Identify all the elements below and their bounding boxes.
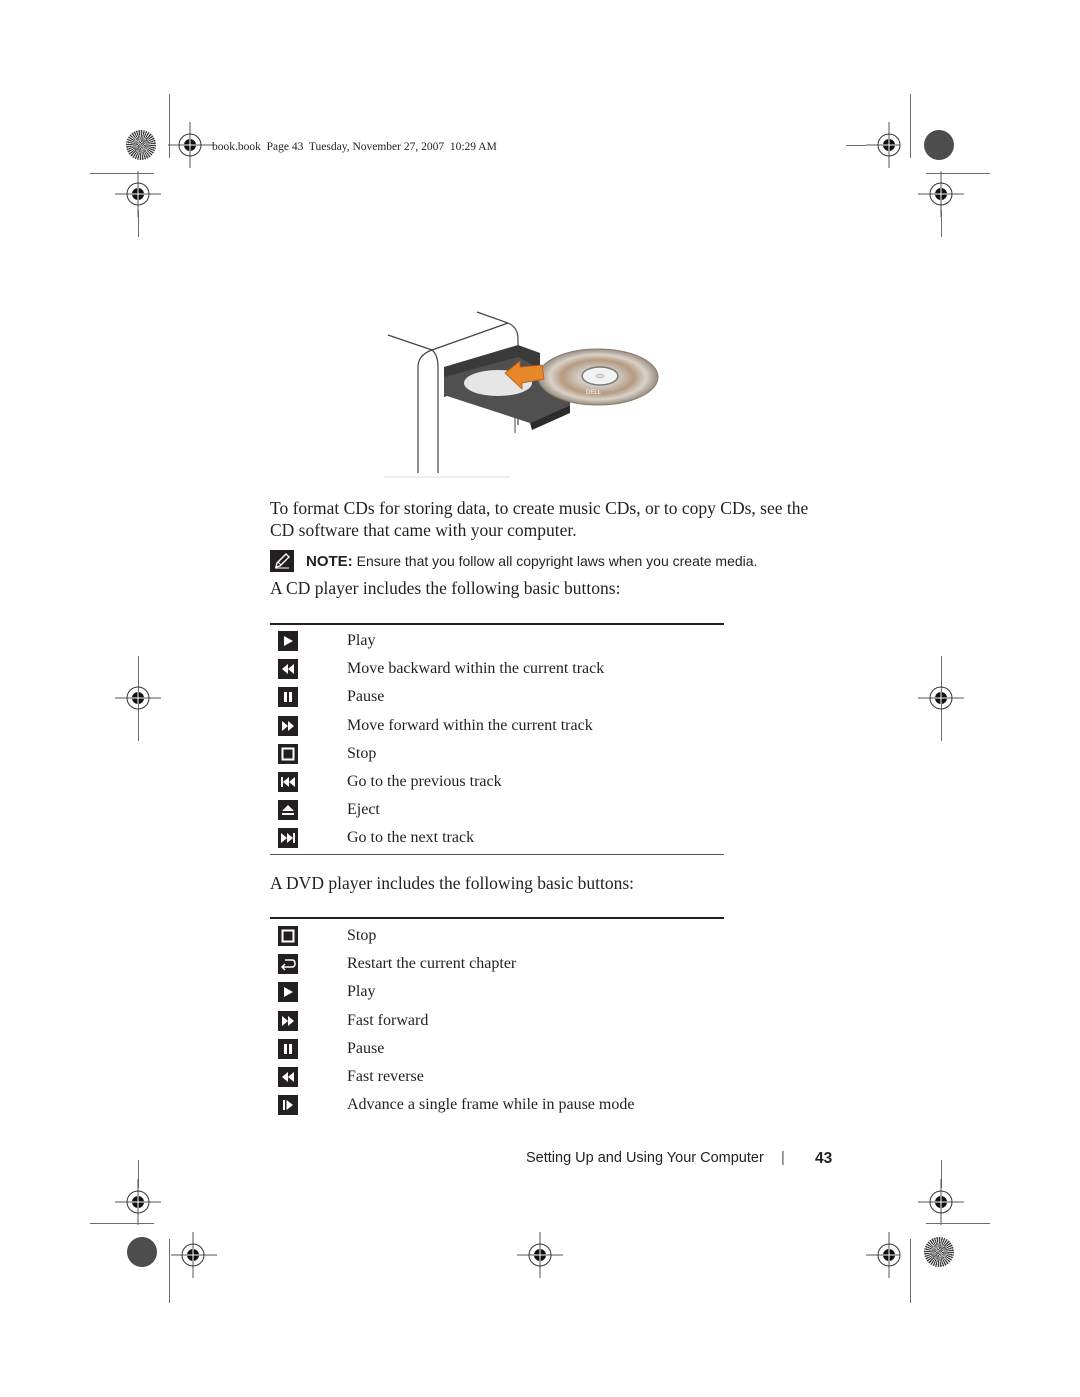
dvd-buttons-table: Stop Restart the current chapter Play Fa… — [278, 922, 728, 1119]
page-number: 43 — [815, 1150, 833, 1167]
crop-mark — [169, 1239, 170, 1303]
pencil-note-icon — [270, 550, 294, 572]
eject-icon — [278, 800, 298, 821]
registration-mark-icon — [918, 686, 964, 710]
table-row: Pause — [278, 683, 728, 711]
table-row: Move backward within the current track — [278, 655, 728, 683]
cd-buttons-table: Play Move backward within the current tr… — [278, 627, 728, 853]
button-description: Restart the current chapter — [347, 955, 517, 973]
button-description: Play — [347, 632, 376, 650]
button-description: Move backward within the current track — [347, 660, 605, 678]
table-row: Go to the next track — [278, 824, 728, 852]
button-description: Fast reverse — [347, 1068, 424, 1086]
color-registration-starburst-top-left — [126, 130, 156, 160]
frame-advance-icon — [278, 1095, 298, 1116]
registration-mark-icon — [168, 122, 214, 168]
table-row: Eject — [278, 796, 728, 824]
note-callout: NOTE: Ensure that you follow all copyrig… — [270, 550, 757, 572]
dvd-player-intro: A DVD player includes the following basi… — [270, 873, 635, 893]
rewind-icon — [278, 659, 298, 680]
registration-mark-icon — [115, 1179, 161, 1225]
note-text: Ensure that you follow all copyright law… — [356, 553, 758, 569]
disc-brand-label: DELL — [586, 390, 602, 396]
pause-icon — [278, 687, 298, 708]
button-description: Fast forward — [347, 1011, 429, 1029]
crop-mark — [846, 145, 866, 146]
intro-paragraph-line-2: CD software that came with your computer… — [270, 520, 577, 540]
cd-tray-illustration: DELL — [384, 311, 659, 478]
button-description: Advance a single frame while in pause mo… — [347, 1096, 635, 1114]
registration-mark-icon — [918, 1179, 964, 1225]
button-description: Go to the previous track — [347, 773, 502, 791]
button-description: Stop — [347, 744, 377, 762]
button-description: Eject — [347, 801, 380, 819]
table-row: Play — [278, 978, 728, 1006]
print-header-slug: book.book Page 43 Tuesday, November 27, … — [212, 141, 497, 153]
fast-forward-icon — [278, 1010, 298, 1031]
table-row: Fast forward — [278, 1007, 728, 1035]
crop-mark — [910, 1239, 911, 1303]
previous-track-icon — [278, 772, 298, 793]
restart-chapter-icon — [278, 954, 298, 975]
play-icon — [278, 982, 298, 1003]
button-description: Play — [347, 983, 376, 1001]
registration-mark-icon — [866, 1232, 901, 1278]
registration-mark-icon — [115, 686, 161, 710]
color-registration-dot-top-right — [924, 130, 954, 160]
table-row: Move forward within the current track — [278, 712, 728, 740]
registration-mark-icon — [866, 122, 901, 168]
table-row: Advance a single frame while in pause mo… — [278, 1091, 728, 1119]
table-top-rule — [270, 917, 724, 919]
button-description: Go to the next track — [347, 829, 475, 847]
play-icon — [278, 631, 298, 652]
footer-section-title: Setting Up and Using Your Computer — [526, 1150, 764, 1166]
intro-paragraph-line-1: To format CDs for storing data, to creat… — [270, 498, 809, 518]
button-description: Stop — [347, 927, 377, 945]
table-row: Play — [278, 627, 728, 655]
registration-mark-icon — [517, 1232, 563, 1278]
note-label: NOTE: — [306, 552, 353, 570]
button-description: Move forward within the current track — [347, 716, 593, 734]
color-registration-starburst-bottom-right — [924, 1237, 954, 1267]
table-row: Stop — [278, 740, 728, 768]
button-description: Pause — [347, 688, 385, 706]
table-top-rule — [270, 623, 724, 625]
crop-mark — [941, 210, 942, 237]
next-track-icon — [278, 828, 298, 849]
crop-mark — [90, 1223, 154, 1224]
pause-icon — [278, 1038, 298, 1059]
crop-mark — [910, 94, 911, 158]
registration-mark-icon — [171, 1232, 217, 1278]
footer-separator: | — [781, 1150, 785, 1166]
table-row: Go to the previous track — [278, 768, 728, 796]
fast-forward-icon — [278, 715, 298, 736]
stop-icon — [278, 926, 298, 947]
button-description: Pause — [347, 1039, 385, 1057]
cd-player-intro: A CD player includes the following basic… — [270, 578, 621, 598]
rewind-icon — [278, 1067, 298, 1088]
crop-mark — [926, 1223, 990, 1224]
stop-icon — [278, 743, 298, 764]
table-row: Restart the current chapter — [278, 950, 728, 978]
table-row: Stop — [278, 922, 728, 950]
table-row: Pause — [278, 1035, 728, 1063]
table-row: Fast reverse — [278, 1063, 728, 1091]
table-bottom-rule — [270, 854, 724, 855]
crop-mark — [138, 210, 139, 237]
color-registration-dot-bottom-left — [127, 1237, 157, 1267]
